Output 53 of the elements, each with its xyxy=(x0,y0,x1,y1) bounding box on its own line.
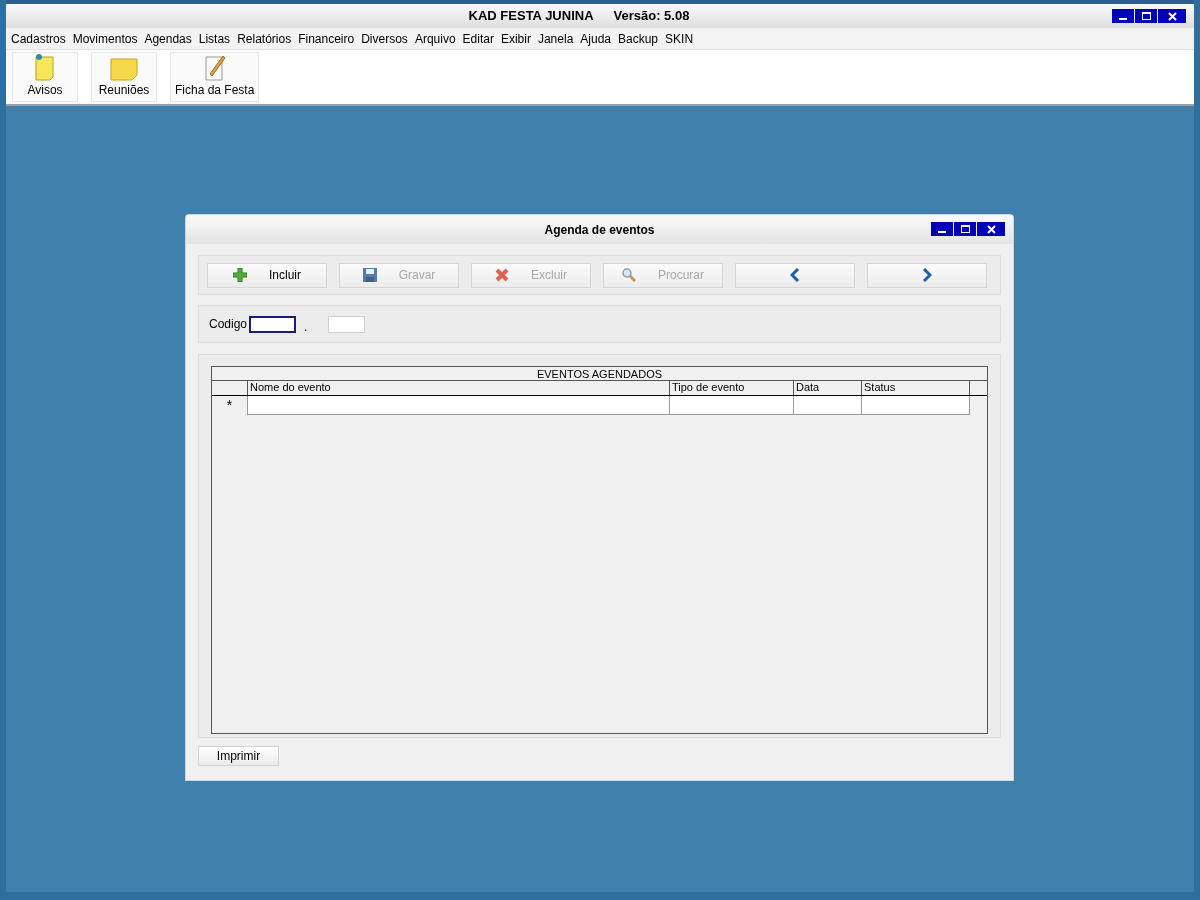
new-row-marker: * xyxy=(226,396,233,415)
code-label: Codigo xyxy=(209,316,248,333)
dialog-title: Agenda de eventos xyxy=(544,221,655,239)
minimize-button[interactable] xyxy=(1112,9,1134,23)
column-header[interactable]: Tipo de evento xyxy=(670,381,794,395)
table-cell[interactable] xyxy=(794,396,862,415)
plus-icon xyxy=(233,268,247,282)
menu-item[interactable]: Backup xyxy=(618,29,659,48)
column-header[interactable]: Data xyxy=(794,381,862,395)
menu-item[interactable]: Listas xyxy=(198,29,231,48)
column-header[interactable]: Nome do evento xyxy=(248,381,670,395)
toolbar-button[interactable]: Avisos xyxy=(12,52,78,102)
grid-title: EVENTOS AGENDADOS xyxy=(212,367,987,381)
table-cell[interactable] xyxy=(248,396,670,415)
maximize-button[interactable] xyxy=(954,222,976,236)
chevron-left-icon xyxy=(790,268,800,282)
menu-item[interactable]: Movimentos xyxy=(72,29,138,48)
pencil-icon xyxy=(202,53,227,81)
close-button[interactable] xyxy=(977,222,1005,236)
menu-item[interactable]: Ajuda xyxy=(580,29,611,48)
code-field[interactable] xyxy=(249,315,297,333)
toolbar-button[interactable]: Ficha da Festa xyxy=(170,52,260,102)
code-suffix-field[interactable] xyxy=(328,315,366,333)
close-icon xyxy=(1167,11,1177,21)
search-icon xyxy=(622,268,636,282)
toolbar-button[interactable]: Reuniões xyxy=(91,52,157,102)
close-button[interactable] xyxy=(1158,9,1186,23)
menu-item[interactable]: Agendas xyxy=(144,29,192,48)
table-cell[interactable] xyxy=(670,396,794,415)
chevron-right-icon xyxy=(922,268,932,282)
menu-item[interactable]: Janela xyxy=(537,29,574,48)
menu-item[interactable]: Diversos xyxy=(361,29,408,48)
menu-item[interactable]: Relatórios xyxy=(237,29,292,48)
print-button[interactable]: Imprimir xyxy=(198,746,279,766)
menu-item[interactable]: Cadastros xyxy=(11,29,66,48)
sticky-icon xyxy=(110,57,138,81)
close-icon xyxy=(986,224,996,234)
version-label: Versão: 5.08 xyxy=(613,7,690,26)
minimize-button[interactable] xyxy=(931,222,953,236)
menu-item[interactable]: Editar xyxy=(462,29,494,48)
save-icon xyxy=(362,268,377,282)
note-icon xyxy=(33,53,57,81)
window-title: KAD FESTA JUNINA xyxy=(468,7,594,26)
menu-item[interactable]: Financeiro xyxy=(298,29,355,48)
separator-label: . xyxy=(304,319,308,336)
menu-item[interactable]: SKIN xyxy=(665,29,694,48)
cross-icon xyxy=(495,268,509,282)
maximize-button[interactable] xyxy=(1135,9,1157,23)
toolbar-button[interactable]: Incluir xyxy=(207,262,327,288)
menu-item[interactable]: Arquivo xyxy=(414,29,456,48)
menu-item[interactable]: Exibir xyxy=(500,29,531,48)
table-cell[interactable] xyxy=(862,396,970,415)
column-header[interactable]: Status xyxy=(862,381,970,395)
